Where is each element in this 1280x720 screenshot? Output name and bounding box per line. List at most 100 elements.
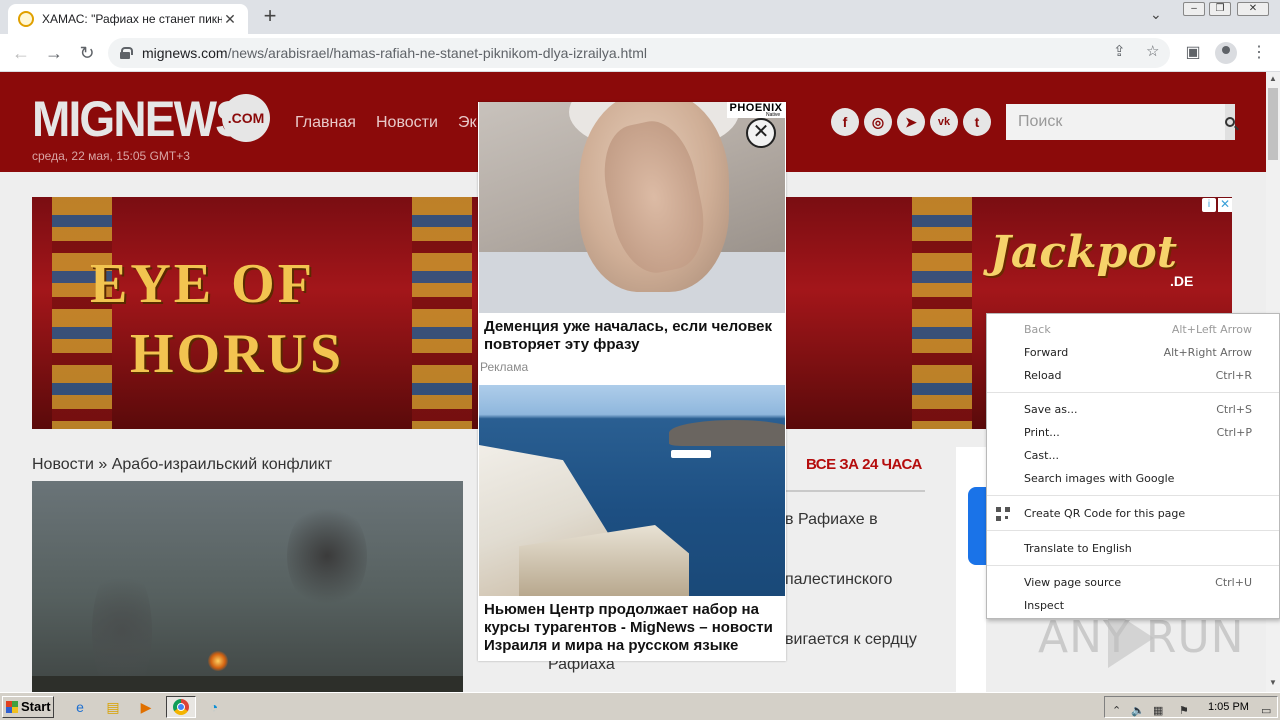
menu-item-back[interactable]: Back Alt+Left Arrow bbox=[987, 319, 1279, 341]
chrome-taskbar-icon[interactable] bbox=[166, 696, 196, 718]
menu-separator bbox=[987, 392, 1279, 393]
share-icon[interactable]: ⇪ bbox=[1113, 42, 1126, 60]
menu-item-inspect[interactable]: Inspect bbox=[987, 595, 1279, 617]
tab-search-chevron-icon[interactable]: ⌄ bbox=[1150, 6, 1162, 23]
scrollbar-thumb[interactable] bbox=[1268, 88, 1278, 160]
nav-link-home[interactable]: Главная bbox=[295, 114, 356, 132]
windows-taskbar: Start e ▤ ▶ ◔ ⌃ 🔈 ▦ ⚑ ▭ 1:05 PM bbox=[0, 692, 1280, 720]
banner-brand-domain: .DE bbox=[1170, 273, 1194, 289]
url-host: mignews.com bbox=[142, 45, 228, 61]
search-icon bbox=[1225, 117, 1235, 127]
banner-title-line1: EYE OF bbox=[90, 253, 315, 315]
news-24h-heading[interactable]: ВСЕ ЗА 24 ЧАСА bbox=[806, 456, 922, 473]
reload-icon[interactable]: ↻ bbox=[76, 42, 98, 64]
menu-item-shortcut: Ctrl+P bbox=[1216, 426, 1252, 439]
url-path: /news/arabisrael/hamas-rafiah-ne-stanet-… bbox=[227, 45, 647, 61]
menu-item-shortcut: Ctrl+S bbox=[1216, 403, 1252, 416]
file-explorer-icon[interactable]: ▤ bbox=[101, 696, 125, 718]
menu-item-label: Create QR Code for this page bbox=[1024, 507, 1186, 520]
ad-image-elderly-woman[interactable] bbox=[479, 102, 785, 313]
forward-arrow-icon[interactable]: → bbox=[43, 42, 65, 64]
image-detail bbox=[671, 450, 711, 458]
internet-explorer-icon[interactable]: e bbox=[68, 696, 92, 718]
menu-kebab-icon[interactable]: ⋮ bbox=[1248, 42, 1270, 64]
scroll-down-arrow-icon[interactable]: ▼ bbox=[1269, 678, 1277, 687]
watermark: ANY RUN bbox=[1038, 612, 1245, 663]
banner-decor-pillar bbox=[412, 197, 472, 429]
menu-item-create-qr[interactable]: Create QR Code for this page bbox=[987, 503, 1279, 525]
start-label: Start bbox=[21, 699, 51, 714]
edge-icon[interactable]: ◔ bbox=[202, 696, 226, 718]
menu-item-label: Search images with Google bbox=[1024, 472, 1175, 485]
sidebar-card bbox=[956, 447, 986, 692]
menu-item-cast[interactable]: Cast... bbox=[987, 445, 1279, 467]
ad-network-sublabel: Native bbox=[766, 112, 781, 118]
back-arrow-icon[interactable]: ← bbox=[10, 42, 32, 64]
tab-title: ХАМАС: "Рафиах не станет пикник bbox=[42, 12, 222, 26]
smoke-plume bbox=[92, 561, 152, 692]
menu-separator bbox=[987, 565, 1279, 566]
menu-item-print[interactable]: Print... Ctrl+P bbox=[987, 422, 1279, 444]
explosion-flash bbox=[208, 651, 228, 671]
minimize-window-button[interactable]: – bbox=[1183, 2, 1205, 16]
browser-tab[interactable]: ХАМАС: "Рафиах не станет пикник ✕ bbox=[8, 4, 248, 34]
network-icon[interactable]: ▦ bbox=[1153, 704, 1163, 717]
menu-item-label: Forward bbox=[1024, 346, 1069, 359]
close-window-button[interactable]: ✕ bbox=[1237, 2, 1269, 16]
browser-toolbar: ← → ↻ mignews.com/news/arabisrael/hamas-… bbox=[0, 34, 1280, 72]
menu-item-label: Reload bbox=[1024, 369, 1062, 382]
twitter-icon[interactable]: t bbox=[963, 108, 991, 136]
ad-headline-2[interactable]: Ньюмен Центр продолжает набор на курсы т… bbox=[484, 601, 780, 655]
volume-icon[interactable]: 🔈 bbox=[1131, 704, 1145, 717]
menu-item-shortcut: Ctrl+U bbox=[1215, 576, 1252, 589]
menu-item-view-source[interactable]: View page source Ctrl+U bbox=[987, 572, 1279, 594]
start-button[interactable]: Start bbox=[2, 696, 54, 718]
side-panel-icon[interactable]: ▣ bbox=[1182, 42, 1204, 64]
menu-item-search-images[interactable]: Search images with Google bbox=[987, 468, 1279, 490]
city-skyline bbox=[32, 676, 463, 692]
restore-window-button[interactable]: ❐ bbox=[1209, 2, 1231, 16]
new-tab-button[interactable]: + bbox=[258, 5, 282, 29]
menu-item-reload[interactable]: Reload Ctrl+R bbox=[987, 365, 1279, 387]
telegram-icon[interactable]: ➤ bbox=[897, 108, 925, 136]
menu-item-shortcut: Alt+Left Arrow bbox=[1171, 323, 1252, 336]
menu-item-label: Cast... bbox=[1024, 449, 1059, 462]
taskbar-clock[interactable]: 1:05 PM bbox=[1208, 701, 1249, 713]
search-input[interactable] bbox=[1006, 104, 1225, 140]
menu-item-label: Inspect bbox=[1024, 599, 1065, 612]
tray-expand-icon[interactable]: ⌃ bbox=[1112, 704, 1121, 717]
ad-image-santorini[interactable] bbox=[479, 385, 785, 596]
ad-info-icon[interactable]: i bbox=[1202, 198, 1216, 212]
media-player-icon[interactable]: ▶ bbox=[134, 696, 158, 718]
menu-item-translate[interactable]: Translate to English bbox=[987, 538, 1279, 560]
ad-label: Реклама bbox=[480, 360, 529, 374]
menu-item-forward[interactable]: Forward Alt+Right Arrow bbox=[987, 342, 1279, 364]
scroll-up-arrow-icon[interactable]: ▲ bbox=[1269, 74, 1277, 83]
ad-headline-1[interactable]: Деменция уже началась, если человек повт… bbox=[484, 318, 780, 354]
breadcrumb[interactable]: Новости » Арабо-израильский конфликт bbox=[32, 456, 332, 474]
vk-icon[interactable]: vk bbox=[930, 108, 958, 136]
logo-com-badge: .COM bbox=[222, 94, 270, 142]
sidebar-card-button[interactable] bbox=[968, 487, 986, 565]
native-ad-popup: PHOENIX Native ✕ Деменция уже началась, … bbox=[478, 102, 786, 661]
bookmark-star-icon[interactable]: ☆ bbox=[1146, 42, 1159, 60]
search-button[interactable] bbox=[1225, 104, 1235, 140]
facebook-icon[interactable]: f bbox=[831, 108, 859, 136]
logo-text: MIGNEWS bbox=[32, 91, 246, 147]
popup-close-button[interactable]: ✕ bbox=[746, 118, 776, 148]
article-image[interactable] bbox=[32, 481, 463, 692]
address-bar[interactable]: mignews.com/news/arabisrael/hamas-rafiah… bbox=[108, 38, 1170, 68]
action-center-flag-icon[interactable]: ⚑ bbox=[1179, 704, 1189, 717]
profile-avatar-icon[interactable] bbox=[1215, 42, 1237, 64]
ad-close-icon[interactable]: ✕ bbox=[1218, 198, 1232, 212]
chrome-icon bbox=[173, 699, 189, 715]
menu-item-save-as[interactable]: Save as... Ctrl+S bbox=[987, 399, 1279, 421]
nav-link-news[interactable]: Новости bbox=[376, 114, 438, 132]
site-logo[interactable]: MIGNEWS .COM bbox=[32, 91, 270, 147]
instagram-icon[interactable]: ◎ bbox=[864, 108, 892, 136]
show-desktop-icon[interactable]: ▭ bbox=[1261, 704, 1271, 717]
menu-separator bbox=[987, 495, 1279, 496]
nav-link-economy[interactable]: Эк bbox=[458, 114, 477, 132]
close-tab-icon[interactable]: ✕ bbox=[222, 11, 238, 28]
menu-separator bbox=[987, 530, 1279, 531]
